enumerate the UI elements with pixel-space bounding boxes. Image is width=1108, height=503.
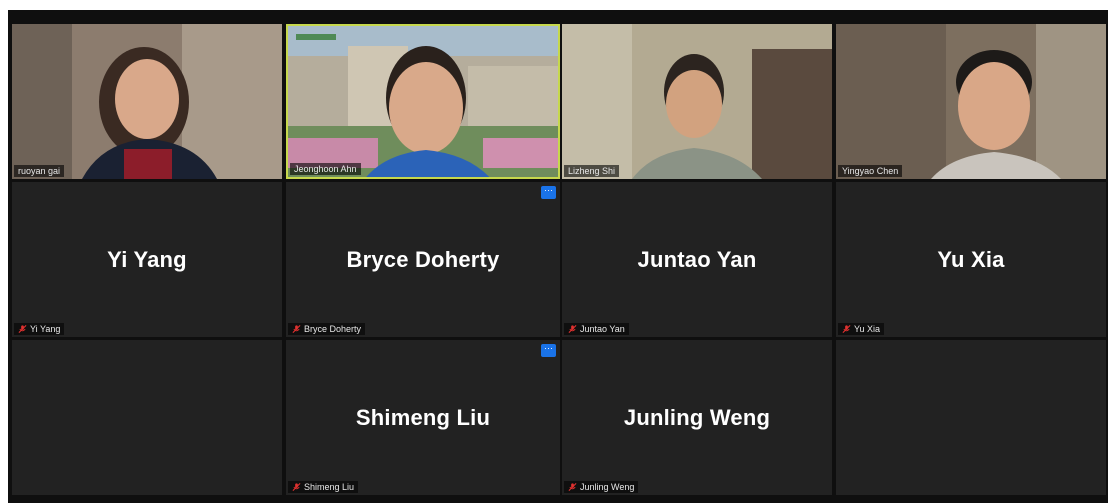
participant-nametag: Yingyao Chen	[838, 165, 903, 177]
more-options-button[interactable]: ···	[541, 186, 556, 199]
muted-mic-icon	[18, 325, 27, 333]
gallery-view: ruoyan gai Jeonghoon Ahn Lizheng Shi Yin…	[8, 10, 1108, 503]
participant-video	[562, 24, 832, 179]
participant-name: ruoyan gai	[18, 166, 61, 176]
empty-tile	[836, 340, 1106, 495]
video-tile-lizheng-shi[interactable]: Lizheng Shi	[562, 24, 832, 179]
participant-nametag: Juntao Yan	[564, 323, 629, 335]
participant-name: Jeonghoon Ahn	[294, 164, 357, 174]
participant-video	[288, 26, 558, 177]
participant-display-name: Junling Weng	[623, 404, 771, 430]
participant-display-name: Shimeng Liu	[355, 404, 491, 430]
more-options-button[interactable]: ···	[541, 344, 556, 357]
video-tile-ruoyan-gai[interactable]: ruoyan gai	[12, 24, 282, 179]
empty-tile	[12, 340, 282, 495]
participant-name: Yingyao Chen	[842, 166, 899, 176]
muted-mic-icon	[842, 325, 851, 333]
participant-display-name: Yu Xia	[937, 246, 1005, 272]
participant-display-name: Juntao Yan	[637, 246, 757, 272]
video-tile-jeonghoon-ahn[interactable]: Jeonghoon Ahn	[286, 24, 560, 179]
audio-tile-junling-weng[interactable]: Junling Weng Junling Weng	[562, 340, 832, 495]
participant-name: Junling Weng	[580, 482, 635, 492]
audio-tile-yu-xia[interactable]: Yu Xia Yu Xia	[836, 182, 1106, 337]
participant-nametag: Junling Weng	[564, 481, 639, 493]
muted-mic-icon	[292, 483, 301, 491]
audio-tile-juntao-yan[interactable]: Juntao Yan Juntao Yan	[562, 182, 832, 337]
muted-mic-icon	[292, 325, 301, 333]
audio-tile-shimeng-liu[interactable]: ··· Shimeng Liu Shimeng Liu	[286, 340, 560, 495]
participant-name: Bryce Doherty	[304, 324, 362, 334]
participant-name: Juntao Yan	[580, 324, 625, 334]
participant-video	[12, 24, 282, 179]
participant-display-name: Bryce Doherty	[346, 246, 500, 272]
video-tile-yingyao-chen[interactable]: Yingyao Chen	[836, 24, 1106, 179]
audio-tile-yi-yang[interactable]: Yi Yang Yi Yang	[12, 182, 282, 337]
window-top-edge	[0, 0, 1108, 10]
participant-name: Lizheng Shi	[568, 166, 616, 176]
muted-mic-icon	[568, 483, 577, 491]
participant-nametag: Shimeng Liu	[288, 481, 359, 493]
participant-video	[836, 24, 1106, 179]
muted-mic-icon	[568, 325, 577, 333]
participant-nametag: Yu Xia	[838, 323, 885, 335]
participant-nametag: Bryce Doherty	[288, 323, 366, 335]
audio-tile-bryce-doherty[interactable]: ··· Bryce Doherty Bryce Doherty	[286, 182, 560, 337]
participant-nametag: ruoyan gai	[14, 165, 65, 177]
participant-nametag: Lizheng Shi	[564, 165, 620, 177]
participant-name: Yi Yang	[30, 324, 61, 334]
participant-nametag: Jeonghoon Ahn	[290, 163, 361, 175]
participant-name: Yu Xia	[854, 324, 881, 334]
participant-display-name: Yi Yang	[107, 246, 187, 272]
participant-name: Shimeng Liu	[304, 482, 355, 492]
participant-nametag: Yi Yang	[14, 323, 65, 335]
